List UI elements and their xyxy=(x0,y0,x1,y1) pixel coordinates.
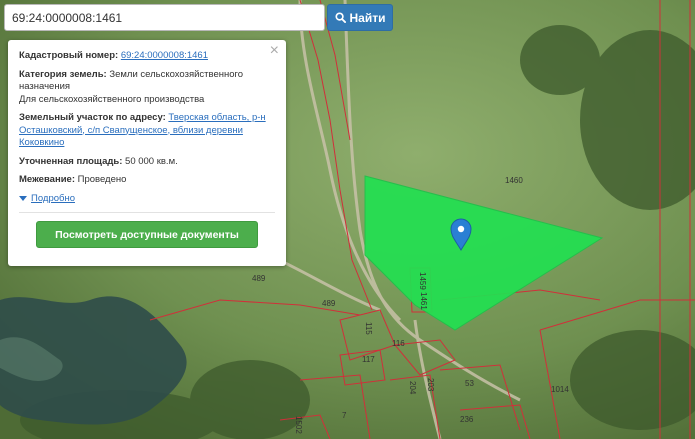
cadastral-number-link[interactable]: 69:24:0000008:1461 xyxy=(121,50,208,61)
search-field[interactable] xyxy=(4,4,325,31)
parcel-label: 489 xyxy=(322,299,336,308)
close-icon[interactable]: × xyxy=(270,43,279,59)
cadastral-row: Кадастровый номер: 69:24:0000008:1461 xyxy=(19,50,275,63)
search-button[interactable]: Найти xyxy=(327,4,393,31)
survey-value: Проведено xyxy=(77,174,127,185)
view-documents-button[interactable]: Посмотреть доступные документы xyxy=(36,221,258,248)
triangle-down-icon xyxy=(19,196,27,202)
details-link[interactable]: Подробно xyxy=(31,193,75,206)
details-toggle[interactable]: Подробно xyxy=(19,193,275,206)
address-row: Земельный участок по адресу: Тверская об… xyxy=(19,112,275,150)
parcel-label: 53 xyxy=(465,379,474,388)
search-icon xyxy=(334,12,346,23)
search-input[interactable] xyxy=(5,5,324,30)
parcel-label: 115 xyxy=(364,322,373,335)
parcel-label: 204 xyxy=(408,381,417,395)
parcel-info-popup: × Кадастровый номер: 69:24:0000008:1461 … xyxy=(8,40,286,266)
parcel-label: 1460 xyxy=(505,176,523,185)
usage-value: Для сельскохозяйственного производства xyxy=(19,93,205,105)
area-label: Уточненная площадь: xyxy=(19,155,123,167)
category-label: Категория земель: xyxy=(19,68,107,80)
cadastral-label: Кадастровый номер: xyxy=(19,50,119,61)
survey-row: Межевание: Проведено xyxy=(19,174,275,187)
parcel-label: 7 xyxy=(342,411,347,420)
parcel-label: 1461 xyxy=(419,292,428,310)
map-pin-center xyxy=(457,225,465,233)
parcel-label: 116 xyxy=(392,339,405,348)
area-row: Уточненная площадь: 50 000 кв.м. xyxy=(19,156,275,169)
search-button-label: Найти xyxy=(349,10,386,25)
parcel-label: 1014 xyxy=(551,385,569,394)
parcel-label: 236 xyxy=(460,415,474,424)
category-row: Категория земель: Земли сельскохозяйстве… xyxy=(19,69,275,107)
survey-label: Межевание: xyxy=(19,174,75,185)
parcel-label: 203 xyxy=(426,378,435,392)
parcel-label: 1502 xyxy=(294,416,303,434)
divider xyxy=(19,212,275,213)
parcel-label: 489 xyxy=(252,274,266,283)
address-label: Земельный участок по адресу: xyxy=(19,112,166,123)
parcel-label: 117 xyxy=(362,355,375,364)
parcel-label: 1459 xyxy=(418,272,427,290)
area-value: 50 000 кв.м. xyxy=(125,155,178,167)
